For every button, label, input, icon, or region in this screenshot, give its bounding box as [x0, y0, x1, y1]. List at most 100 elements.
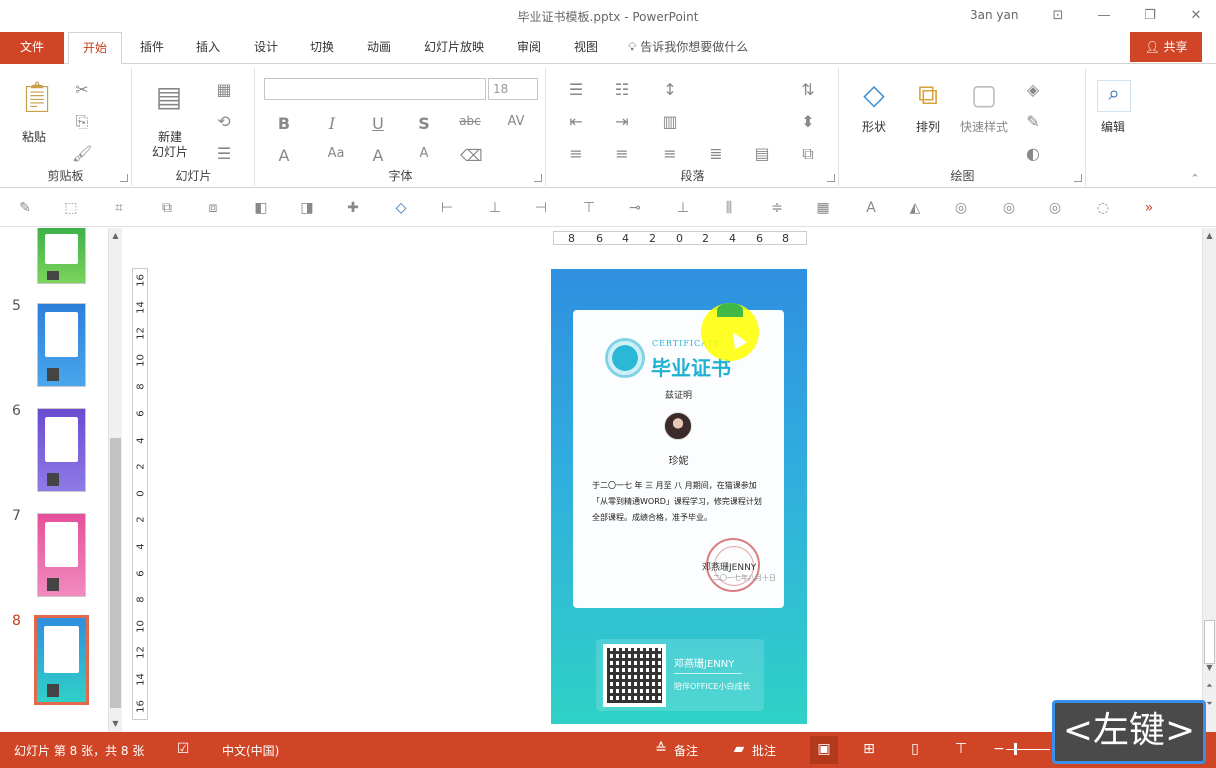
- align-left-tool-icon[interactable]: ⊢: [438, 199, 456, 217]
- text-effects-icon[interactable]: ◭: [906, 199, 924, 217]
- text-color-tool-icon[interactable]: A: [862, 199, 880, 217]
- share-button[interactable]: 👤︎ 共享: [1130, 32, 1202, 62]
- numbering-icon[interactable]: ☷: [611, 80, 633, 99]
- thumbnail-scrollbar[interactable]: ▲ ▼: [108, 228, 122, 732]
- strikethrough-icon[interactable]: abc: [456, 114, 484, 128]
- notes-icon[interactable]: ≙: [652, 740, 670, 758]
- prev-slide-icon[interactable]: ⏶: [1203, 680, 1216, 692]
- footer-card[interactable]: 邓燕珊JENNY 陪伴OFFICE小白成长: [596, 639, 764, 711]
- slide-thumbnail-7[interactable]: [37, 513, 86, 597]
- font-color-icon[interactable]: A: [274, 146, 294, 165]
- change-case-icon[interactable]: Aa: [322, 146, 350, 161]
- increase-indent-icon[interactable]: ⇥: [611, 112, 633, 131]
- line-spacing-icon[interactable]: ↕: [659, 80, 681, 99]
- comments-icon[interactable]: ▰: [730, 740, 748, 758]
- shape-effects-icon[interactable]: ◐: [1022, 144, 1044, 163]
- decrease-indent-icon[interactable]: ⇤: [565, 112, 587, 131]
- current-slide[interactable]: CERTIFICATE 毕业证书 兹证明 珍妮 于二〇一七 年 三 月至 八 月…: [551, 269, 807, 724]
- footer-tagline[interactable]: 陪伴OFFICE小白成长: [674, 681, 751, 692]
- text-direction-icon[interactable]: ⇅: [797, 80, 819, 99]
- paste-icon[interactable]: 📋︎: [18, 80, 56, 120]
- sign-date[interactable]: 二〇一七年八月十日: [713, 573, 776, 583]
- smartart-icon[interactable]: ⧉: [797, 144, 819, 164]
- slide-thumbnail-6[interactable]: [37, 408, 86, 492]
- more-tools-icon[interactable]: »: [1140, 199, 1158, 217]
- find-icon[interactable]: ⌕: [1097, 80, 1131, 112]
- minimize-icon[interactable]: —: [1094, 6, 1114, 26]
- align-text-icon[interactable]: ⬍: [797, 112, 819, 131]
- tab-view[interactable]: 视图: [564, 32, 608, 64]
- arrange-icon[interactable]: ⧉: [908, 78, 948, 114]
- align-center-tool-icon[interactable]: ⊥: [486, 199, 504, 217]
- scroll-down-icon[interactable]: ▼: [109, 718, 122, 730]
- align-right-tool-icon[interactable]: ⊣: [532, 199, 550, 217]
- ungroup-icon[interactable]: ⧈: [204, 199, 222, 217]
- scroll-up-icon[interactable]: ▲: [109, 230, 122, 242]
- clear-format-icon[interactable]: ⌫: [460, 146, 483, 165]
- proof-text[interactable]: 兹证明: [573, 388, 784, 401]
- combine-icon[interactable]: ◎: [1000, 199, 1018, 217]
- tab-transitions[interactable]: 切换: [300, 32, 344, 64]
- distributed-icon[interactable]: ▤: [751, 144, 773, 163]
- tab-design[interactable]: 设计: [244, 32, 288, 64]
- slideshow-icon[interactable]: ⊤: [952, 740, 970, 758]
- justify-icon[interactable]: ≣: [705, 144, 727, 163]
- align-bottom-tool-icon[interactable]: ⊥: [674, 199, 692, 217]
- section-icon[interactable]: ☰: [213, 144, 235, 163]
- signer-name[interactable]: 邓燕珊JENNY: [702, 560, 756, 573]
- char-spacing-icon[interactable]: AV: [502, 114, 530, 129]
- font-name-combo[interactable]: [264, 78, 486, 100]
- new-slide-label-2[interactable]: 幻灯片: [141, 145, 199, 159]
- distribute-h-icon[interactable]: ⫼: [720, 199, 738, 217]
- table-icon[interactable]: ▦: [814, 199, 832, 217]
- layout-icon[interactable]: ▦: [213, 80, 235, 99]
- decrease-font-icon[interactable]: A: [414, 146, 434, 161]
- cut-icon[interactable]: ✂: [72, 80, 92, 99]
- align-center-icon[interactable]: ≡: [611, 144, 633, 163]
- tab-file[interactable]: 文件: [0, 32, 64, 64]
- ribbon-display-icon[interactable]: ⊡: [1048, 6, 1068, 26]
- tab-insert[interactable]: 插入: [186, 32, 230, 64]
- paragraph-launcher-icon[interactable]: [827, 174, 835, 182]
- slide-sorter-icon[interactable]: ⊞: [860, 740, 878, 758]
- slide-thumbnail-5[interactable]: [37, 303, 86, 387]
- bring-forward-icon[interactable]: ◧: [252, 199, 270, 217]
- user-name[interactable]: 3an yan: [970, 8, 1018, 22]
- font-launcher-icon[interactable]: [534, 174, 542, 182]
- new-text-icon[interactable]: ✚: [344, 199, 362, 217]
- maximize-icon[interactable]: ❐: [1140, 6, 1160, 26]
- avatar[interactable]: [664, 412, 692, 440]
- italic-icon[interactable]: I: [322, 114, 342, 133]
- send-backward-icon[interactable]: ◨: [298, 199, 316, 217]
- font-size-combo[interactable]: 18: [488, 78, 538, 100]
- crop-icon[interactable]: ⌗: [110, 199, 128, 217]
- tab-home[interactable]: 开始: [68, 32, 122, 65]
- copy-icon[interactable]: ⎘: [72, 112, 92, 132]
- slide-thumbnail-8[interactable]: [34, 615, 89, 705]
- reading-view-icon[interactable]: ▯: [906, 740, 924, 758]
- drawing-launcher-icon[interactable]: [1074, 174, 1082, 182]
- normal-view-icon[interactable]: ▣: [815, 740, 833, 758]
- quick-styles-icon[interactable]: ▢: [964, 78, 1004, 114]
- footer-name[interactable]: 邓燕珊JENNY: [674, 655, 734, 670]
- intersect-icon[interactable]: ◎: [1046, 199, 1064, 217]
- thumbnail-scroll-thumb[interactable]: [110, 438, 121, 708]
- new-slide-label-1[interactable]: 新建: [141, 130, 199, 144]
- notes-button[interactable]: 备注: [674, 742, 698, 759]
- close-icon[interactable]: ✕: [1186, 6, 1206, 26]
- bullets-icon[interactable]: ☰: [565, 80, 587, 99]
- language-status[interactable]: 中文(中国): [222, 742, 279, 759]
- underline-icon[interactable]: U: [368, 114, 388, 133]
- collapse-ribbon-icon[interactable]: ⌃: [1188, 172, 1202, 185]
- edit-label[interactable]: 编辑: [1093, 120, 1133, 134]
- tab-animations[interactable]: 动画: [357, 32, 401, 64]
- align-left-icon[interactable]: ≡: [565, 144, 587, 163]
- align-middle-tool-icon[interactable]: ⊸: [626, 199, 644, 217]
- slide-thumbnail-4[interactable]: [37, 228, 86, 284]
- zoom-slider-thumb[interactable]: [1014, 743, 1017, 755]
- align-right-icon[interactable]: ≡: [659, 144, 681, 163]
- columns-icon[interactable]: ▥: [659, 112, 681, 131]
- shape-outline-icon[interactable]: ✎: [1022, 112, 1044, 131]
- arrange-label[interactable]: 排列: [908, 120, 948, 134]
- workspace-scroll-thumb[interactable]: [1204, 620, 1215, 664]
